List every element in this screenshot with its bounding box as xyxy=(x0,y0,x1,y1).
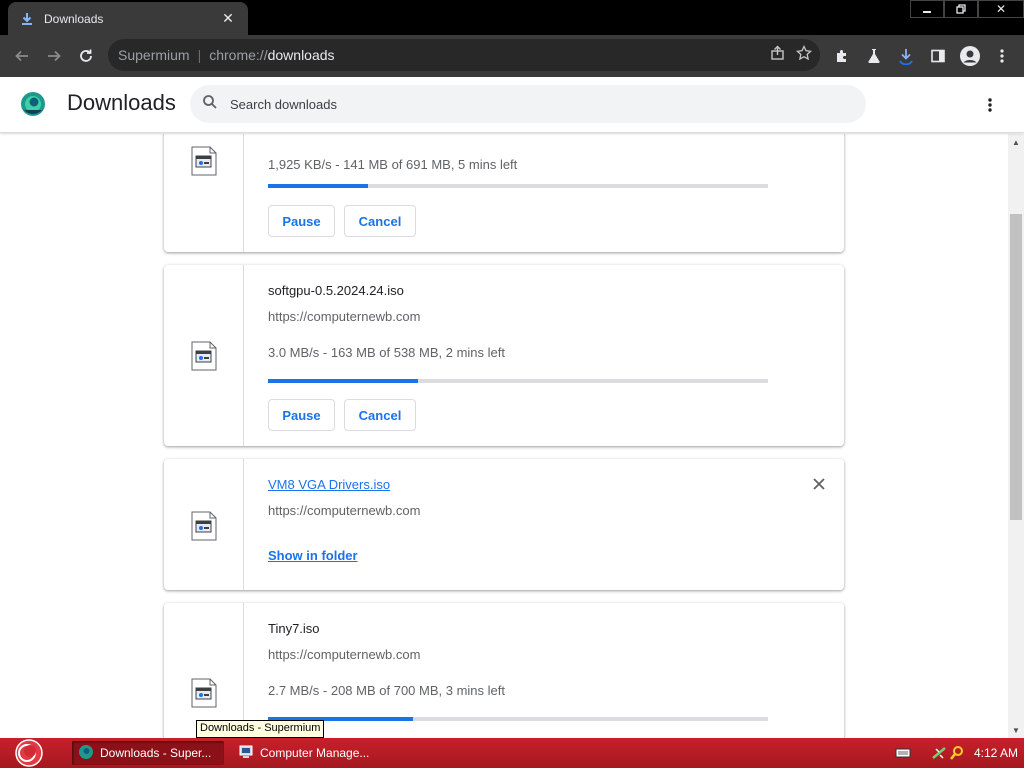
browser-menu-icon[interactable] xyxy=(988,42,1016,70)
extension-row xyxy=(828,40,1016,72)
download-item: VM8 VGA Drivers.iso https://computernewb… xyxy=(164,459,844,590)
scroll-up-arrow-icon[interactable]: ▲ xyxy=(1008,134,1024,150)
download-progress-bar xyxy=(268,717,768,721)
download-progress-bar xyxy=(268,184,768,188)
browser-titlebar: Downloads ✕ ✕ xyxy=(0,0,1024,35)
address-bar[interactable]: Supermium | chrome://downloads xyxy=(108,39,820,71)
search-input[interactable] xyxy=(230,96,830,112)
pause-button[interactable]: Pause xyxy=(268,205,335,237)
show-in-folder-link[interactable]: Show in folder xyxy=(268,548,358,563)
extensions-puzzle-icon[interactable] xyxy=(828,42,856,70)
tab-title: Downloads xyxy=(44,11,104,26)
downloads-list: 1,925 KB/s - 141 MB of 691 MB, 5 mins le… xyxy=(0,134,1008,738)
supermium-taskbar-icon xyxy=(78,744,94,763)
start-button[interactable] xyxy=(10,739,48,767)
page-title: Downloads xyxy=(67,90,176,115)
file-icon-column xyxy=(164,603,244,738)
download-item: softgpu-0.5.2024.24.iso https://computer… xyxy=(164,265,844,446)
file-source-url[interactable]: https://computernewb.com xyxy=(268,503,420,518)
scroll-down-arrow-icon[interactable]: ▼ xyxy=(1008,722,1024,738)
url-scheme: chrome:// xyxy=(209,47,268,63)
supermium-logo xyxy=(20,91,46,117)
system-tray: 4:12 AM xyxy=(884,738,1024,768)
bookmark-star-icon[interactable] xyxy=(795,44,813,66)
file-icon-column xyxy=(164,459,244,590)
disc-image-file-icon xyxy=(191,341,217,371)
tab-close-icon[interactable]: ✕ xyxy=(220,10,236,27)
share-icon[interactable] xyxy=(770,45,786,66)
cancel-button[interactable]: Cancel xyxy=(344,399,416,431)
file-source-url[interactable]: https://computernewb.com xyxy=(268,647,420,662)
taskbar: Downloads - Super... Computer Manage... … xyxy=(0,738,1024,768)
more-actions-icon[interactable] xyxy=(980,94,1000,116)
close-window-icon[interactable]: ✕ xyxy=(978,0,1024,18)
download-status: 1,925 KB/s - 141 MB of 691 MB, 5 mins le… xyxy=(268,157,518,172)
file-name: softgpu-0.5.2024.24.iso xyxy=(268,283,404,298)
reload-icon[interactable] xyxy=(70,40,102,72)
taskbar-item-computer-management[interactable]: Computer Manage... xyxy=(232,741,382,765)
minimize-icon[interactable] xyxy=(910,0,944,18)
file-name: Tiny7.iso xyxy=(268,621,320,636)
file-name-link[interactable]: VM8 VGA Drivers.iso xyxy=(268,477,390,492)
download-progress-bar xyxy=(268,379,768,383)
omnibox-url: chrome://downloads xyxy=(209,47,334,63)
page-scrollbar[interactable]: ▲ ▼ xyxy=(1008,134,1024,738)
file-icon-column xyxy=(164,265,244,446)
network-icon[interactable] xyxy=(930,744,948,762)
url-host: downloads xyxy=(267,47,335,63)
progress-fill xyxy=(268,184,368,188)
back-icon[interactable] xyxy=(6,40,38,72)
disc-image-file-icon xyxy=(191,511,217,541)
disc-image-file-icon xyxy=(191,678,217,708)
computer-management-icon xyxy=(238,744,254,763)
restore-icon[interactable] xyxy=(944,0,978,18)
download-status: 2.7 MB/s - 208 MB of 700 MB, 3 mins left xyxy=(268,683,505,698)
downloads-header: Downloads xyxy=(0,77,1024,133)
browser-toolbar: Supermium | chrome://downloads xyxy=(0,35,1024,77)
labs-flask-icon[interactable] xyxy=(860,42,888,70)
taskbar-item-downloads[interactable]: Downloads - Super... xyxy=(72,741,224,765)
scroll-thumb[interactable] xyxy=(1010,214,1022,520)
forward-icon[interactable] xyxy=(38,40,70,72)
downloads-toolbar-icon[interactable] xyxy=(892,42,920,70)
taskbar-item-label: Downloads - Super... xyxy=(100,746,212,760)
search-icon xyxy=(202,94,218,115)
search-tray-icon[interactable] xyxy=(948,744,966,762)
download-status: 3.0 MB/s - 163 MB of 538 MB, 2 mins left xyxy=(268,345,505,360)
progress-fill xyxy=(268,379,418,383)
pause-button[interactable]: Pause xyxy=(268,399,335,431)
window-controls: ✕ xyxy=(910,0,1024,18)
omnibox-separator: | xyxy=(197,47,202,63)
download-item: Tiny7.iso https://computernewb.com 2.7 M… xyxy=(164,603,844,738)
taskbar-clock: 4:12 AM xyxy=(974,746,1019,760)
omnibox-brand: Supermium xyxy=(118,47,190,63)
cancel-button[interactable]: Cancel xyxy=(344,205,416,237)
file-icon-column xyxy=(164,134,244,252)
taskbar-tooltip: Downloads - Supermium xyxy=(196,720,325,738)
file-source-url[interactable]: https://computernewb.com xyxy=(268,309,420,324)
search-box[interactable] xyxy=(190,85,866,123)
tab-downloads[interactable]: Downloads ✕ xyxy=(8,2,248,35)
remove-from-list-icon[interactable] xyxy=(812,477,826,491)
disc-image-file-icon xyxy=(191,146,217,176)
taskbar-item-label: Computer Manage... xyxy=(260,746,370,760)
download-icon xyxy=(20,12,34,26)
profile-avatar-icon[interactable] xyxy=(956,42,984,70)
side-panel-icon[interactable] xyxy=(924,42,952,70)
keyboard-icon[interactable] xyxy=(894,744,912,762)
download-item: 1,925 KB/s - 141 MB of 691 MB, 5 mins le… xyxy=(164,134,844,252)
